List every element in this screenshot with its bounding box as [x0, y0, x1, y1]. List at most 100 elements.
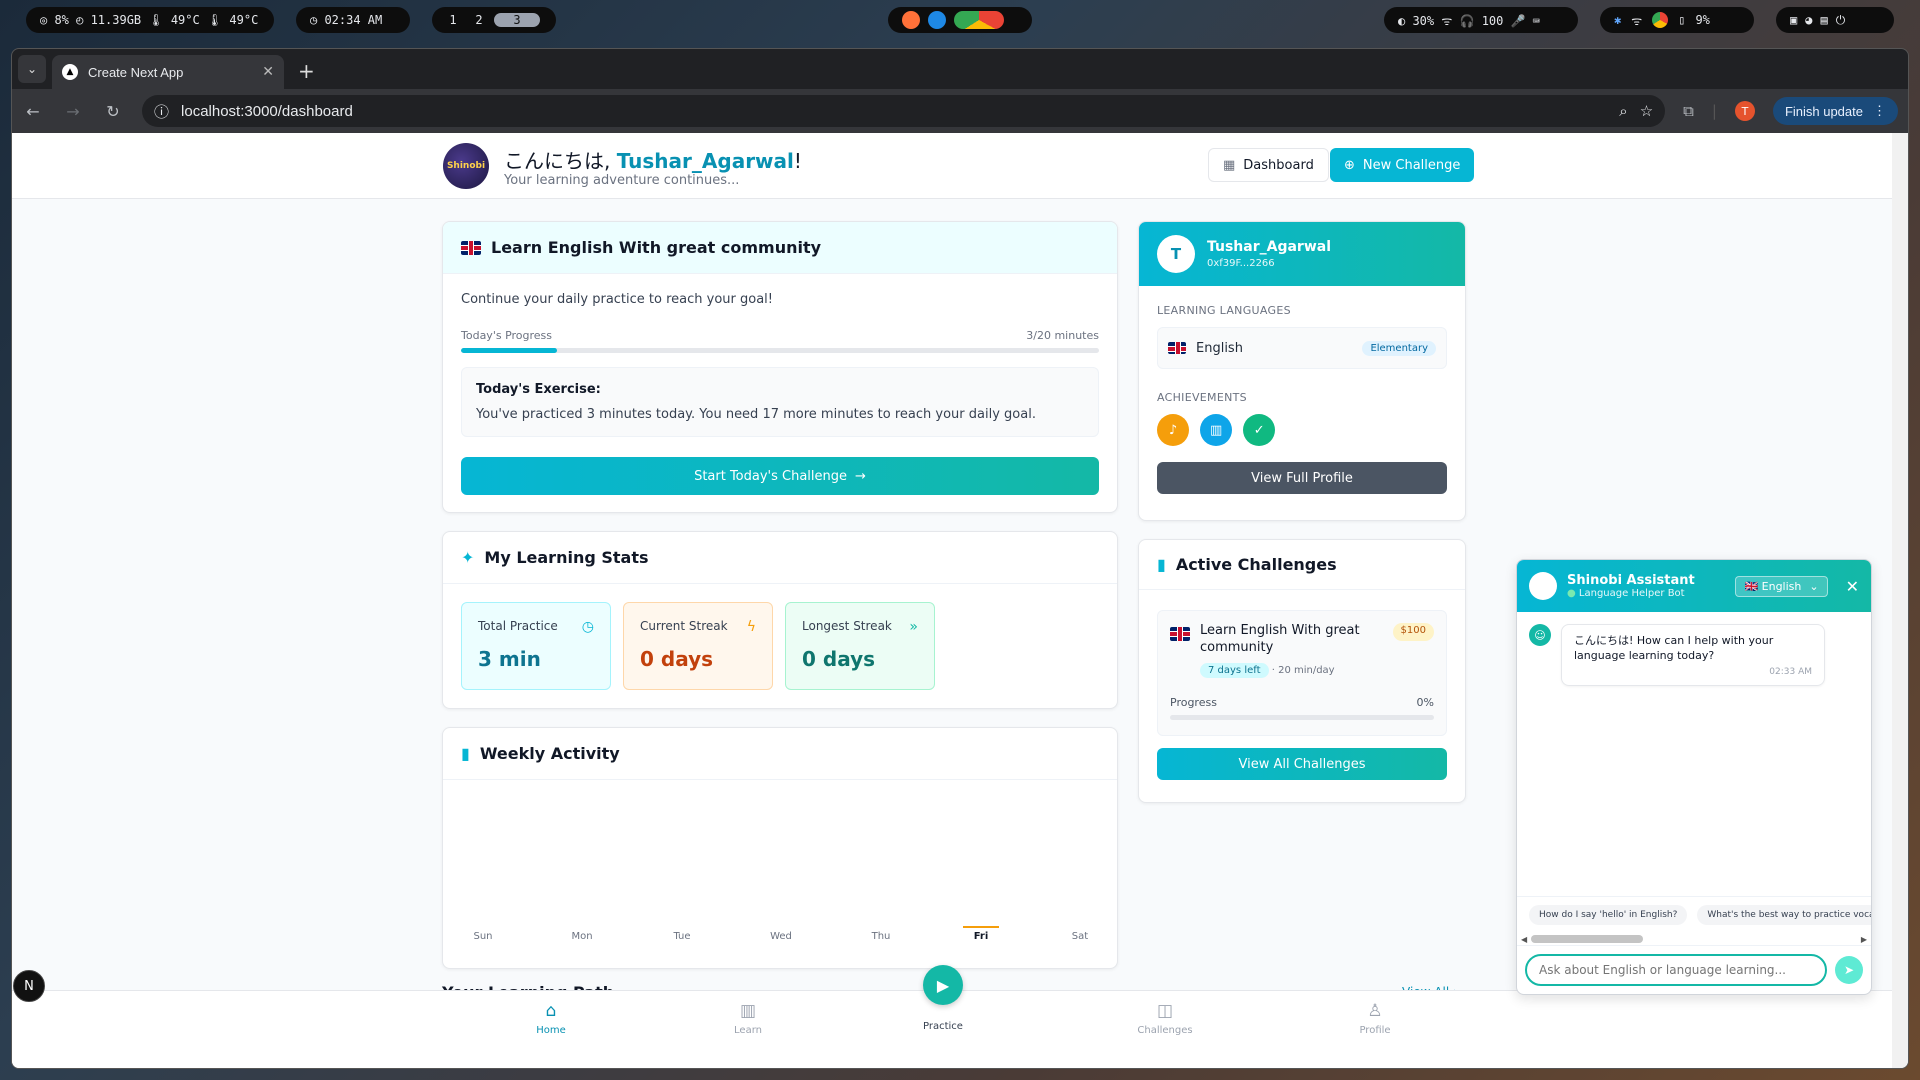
toolbar-divider: | [1711, 102, 1717, 120]
vscode-icon[interactable] [928, 11, 946, 29]
dashboard-button[interactable]: ▦ Dashboard [1208, 148, 1329, 182]
lock-icon[interactable]: ▣ [1790, 13, 1797, 27]
nav-profile[interactable]: ♙ Profile [1335, 1001, 1415, 1036]
profile-name: Tushar_Agarwal [1207, 239, 1332, 255]
new-challenge-button[interactable]: ⊕ New Challenge [1330, 148, 1475, 182]
chat-header: ☺ Shinobi Assistant ● Language Helper Bo… [1517, 560, 1871, 612]
clipboard-icon[interactable]: ▤ [1820, 13, 1827, 27]
close-chat-icon[interactable]: ✕ [1846, 577, 1859, 596]
start-challenge-button[interactable]: Start Today's Challenge → [461, 457, 1099, 495]
profile-card: T Tushar_Agarwal 0xf39F...2266 LEARNING … [1138, 221, 1466, 521]
bot-message: こんにちは! How can I help with your language… [1561, 624, 1825, 686]
tab-search-button[interactable]: ⌄ [18, 55, 46, 83]
finish-update-button[interactable]: Finish update ⋮ [1772, 97, 1898, 125]
stat-label: Longest Streak [802, 619, 892, 633]
bluetooth-icon[interactable]: ✱ [1614, 13, 1621, 27]
daily-card-body: Continue your daily practice to reach yo… [443, 274, 1117, 512]
language-row[interactable]: English Elementary [1157, 327, 1447, 369]
book-icon[interactable]: ▥ [1200, 414, 1233, 446]
weekly-card-header: ▮ Weekly Activity [443, 728, 1117, 780]
practice-button[interactable]: ▶ [923, 965, 963, 1005]
daily-practice-card: Learn English With great community Conti… [442, 221, 1118, 513]
day-label-tue: Tue [673, 931, 691, 942]
stat-total-practice: Total Practice 3 min ◷ [461, 602, 611, 690]
system-stats-text: ◎ 8% ◴ 11.39GB 🌡 49°C 🌡 49°C [40, 13, 259, 27]
suggestion-chip[interactable]: How do I say 'hello' in English? [1529, 905, 1688, 925]
uk-flag-icon [1168, 342, 1186, 354]
chrome-tray-icon[interactable] [1652, 12, 1669, 28]
languages-heading: LEARNING LANGUAGES [1157, 304, 1291, 317]
palette-icon[interactable]: ◕ [1805, 13, 1812, 27]
chat-input[interactable] [1525, 954, 1827, 986]
dashboard-button-label: Dashboard [1243, 157, 1314, 173]
workspace-1[interactable]: 1 [442, 13, 464, 27]
nav-challenges[interactable]: ◫ Challenges [1125, 1001, 1205, 1036]
greeting-suffix: ! [793, 149, 802, 173]
sparkles-icon: ✦ [461, 548, 475, 567]
view-full-profile-button[interactable]: View Full Profile [1157, 462, 1447, 494]
wifi-icon[interactable]: ᯤ [1631, 12, 1642, 29]
page-scrollbar[interactable] [1892, 133, 1908, 1068]
zoom-icon[interactable]: ⌕ [1619, 103, 1627, 120]
new-tab-button[interactable]: + [298, 59, 315, 83]
more-menu-icon[interactable]: ⋮ [1873, 103, 1886, 119]
workspace-2[interactable]: 2 [468, 13, 490, 27]
suggestion-scrollbar[interactable]: ◀ ▶ [1521, 933, 1867, 945]
bar-chart-icon: ▮ [461, 744, 470, 763]
workspace-3[interactable]: 3 [494, 13, 540, 27]
back-icon[interactable]: ← [22, 102, 44, 121]
chat-title: Shinobi Assistant [1567, 573, 1695, 588]
challenge-progress-bar [1170, 714, 1434, 720]
stat-current-streak: Current Streak 0 days ϟ [623, 602, 773, 690]
browser-tab[interactable]: ▲ Create Next App ✕ [52, 55, 284, 89]
reload-icon[interactable]: ↻ [102, 102, 124, 121]
nav-practice[interactable]: Practice [903, 1021, 983, 1032]
nextjs-devtools-icon[interactable]: N [13, 970, 45, 1002]
chat-subtitle: ● Language Helper Bot [1567, 588, 1695, 599]
site-info-icon[interactable]: ⓘ [154, 101, 169, 122]
scroll-right-icon[interactable]: ▶ [1861, 935, 1867, 944]
tab-strip: ⌄ ▲ Create Next App ✕ + [12, 49, 1908, 89]
forward-icon[interactable]: → [62, 102, 84, 121]
chevron-down-icon: ⌄ [26, 62, 38, 76]
challenges-card-header: ▮ Active Challenges [1139, 540, 1465, 590]
workspace-switcher: 1 2 3 [432, 7, 556, 33]
nav-practice-label: Practice [923, 1021, 963, 1032]
check-circle-icon[interactable]: ✓ [1243, 414, 1276, 446]
close-tab-icon[interactable]: ✕ [262, 64, 274, 80]
send-icon[interactable]: ➤ [1835, 956, 1863, 984]
view-all-challenges-button[interactable]: View All Challenges [1157, 748, 1447, 780]
stat-label: Total Practice [478, 619, 558, 633]
challenge-item[interactable]: Learn English With great community 7 day… [1157, 610, 1447, 736]
status-tray-text: ◐ 30% ᯤ 🎧 100 🎤 ⌨ [1398, 13, 1540, 28]
extensions-icon[interactable]: ⧉ [1683, 102, 1694, 120]
language-level-badge: Elementary [1362, 340, 1436, 356]
bookmark-star-icon[interactable]: ☆ [1640, 102, 1653, 120]
bell-icon[interactable]: ♪ [1157, 414, 1189, 446]
nav-home[interactable]: ⌂ Home [511, 1001, 591, 1036]
nav-home-label: Home [536, 1025, 566, 1036]
shinobi-logo[interactable]: Shinobi [443, 143, 489, 189]
power-icon[interactable]: ⏻ [1836, 13, 1846, 28]
clock-icon: ◷ [581, 619, 594, 635]
chat-language-select[interactable]: 🇬🇧 English ⌄ [1735, 575, 1828, 597]
firefox-icon[interactable] [902, 11, 920, 29]
chat-title-group: Shinobi Assistant ● Language Helper Bot [1567, 573, 1695, 599]
address-bar[interactable]: ⓘ localhost:3000/dashboard ⌕ ☆ [142, 95, 1666, 127]
page-subtitle: Your learning adventure continues... [504, 173, 740, 188]
layers-icon: ◫ [1156, 1001, 1174, 1021]
day-label-fri: Fri [973, 931, 989, 942]
scrollbar-thumb[interactable] [1531, 935, 1644, 943]
clock-text: ◷ 02:34 AM [310, 13, 383, 27]
challenge-item-head: Learn English With great community 7 day… [1170, 623, 1434, 678]
nav-learn[interactable]: ▥ Learn [708, 1001, 788, 1036]
chrome-icon[interactable] [954, 11, 1004, 29]
suggestion-chips: How do I say 'hello' in English? What's … [1517, 896, 1871, 933]
bookmark-icon: ▮ [1157, 555, 1166, 574]
suggestion-chip[interactable]: What's the best way to practice vocabu [1697, 905, 1871, 925]
status-tray: ◐ 30% ᯤ 🎧 100 🎤 ⌨ [1384, 7, 1578, 33]
daily-progress-fill [461, 348, 557, 353]
profile-avatar[interactable]: T [1734, 101, 1755, 121]
stat-value: 3 min [478, 647, 541, 671]
scroll-left-icon[interactable]: ◀ [1521, 935, 1527, 944]
